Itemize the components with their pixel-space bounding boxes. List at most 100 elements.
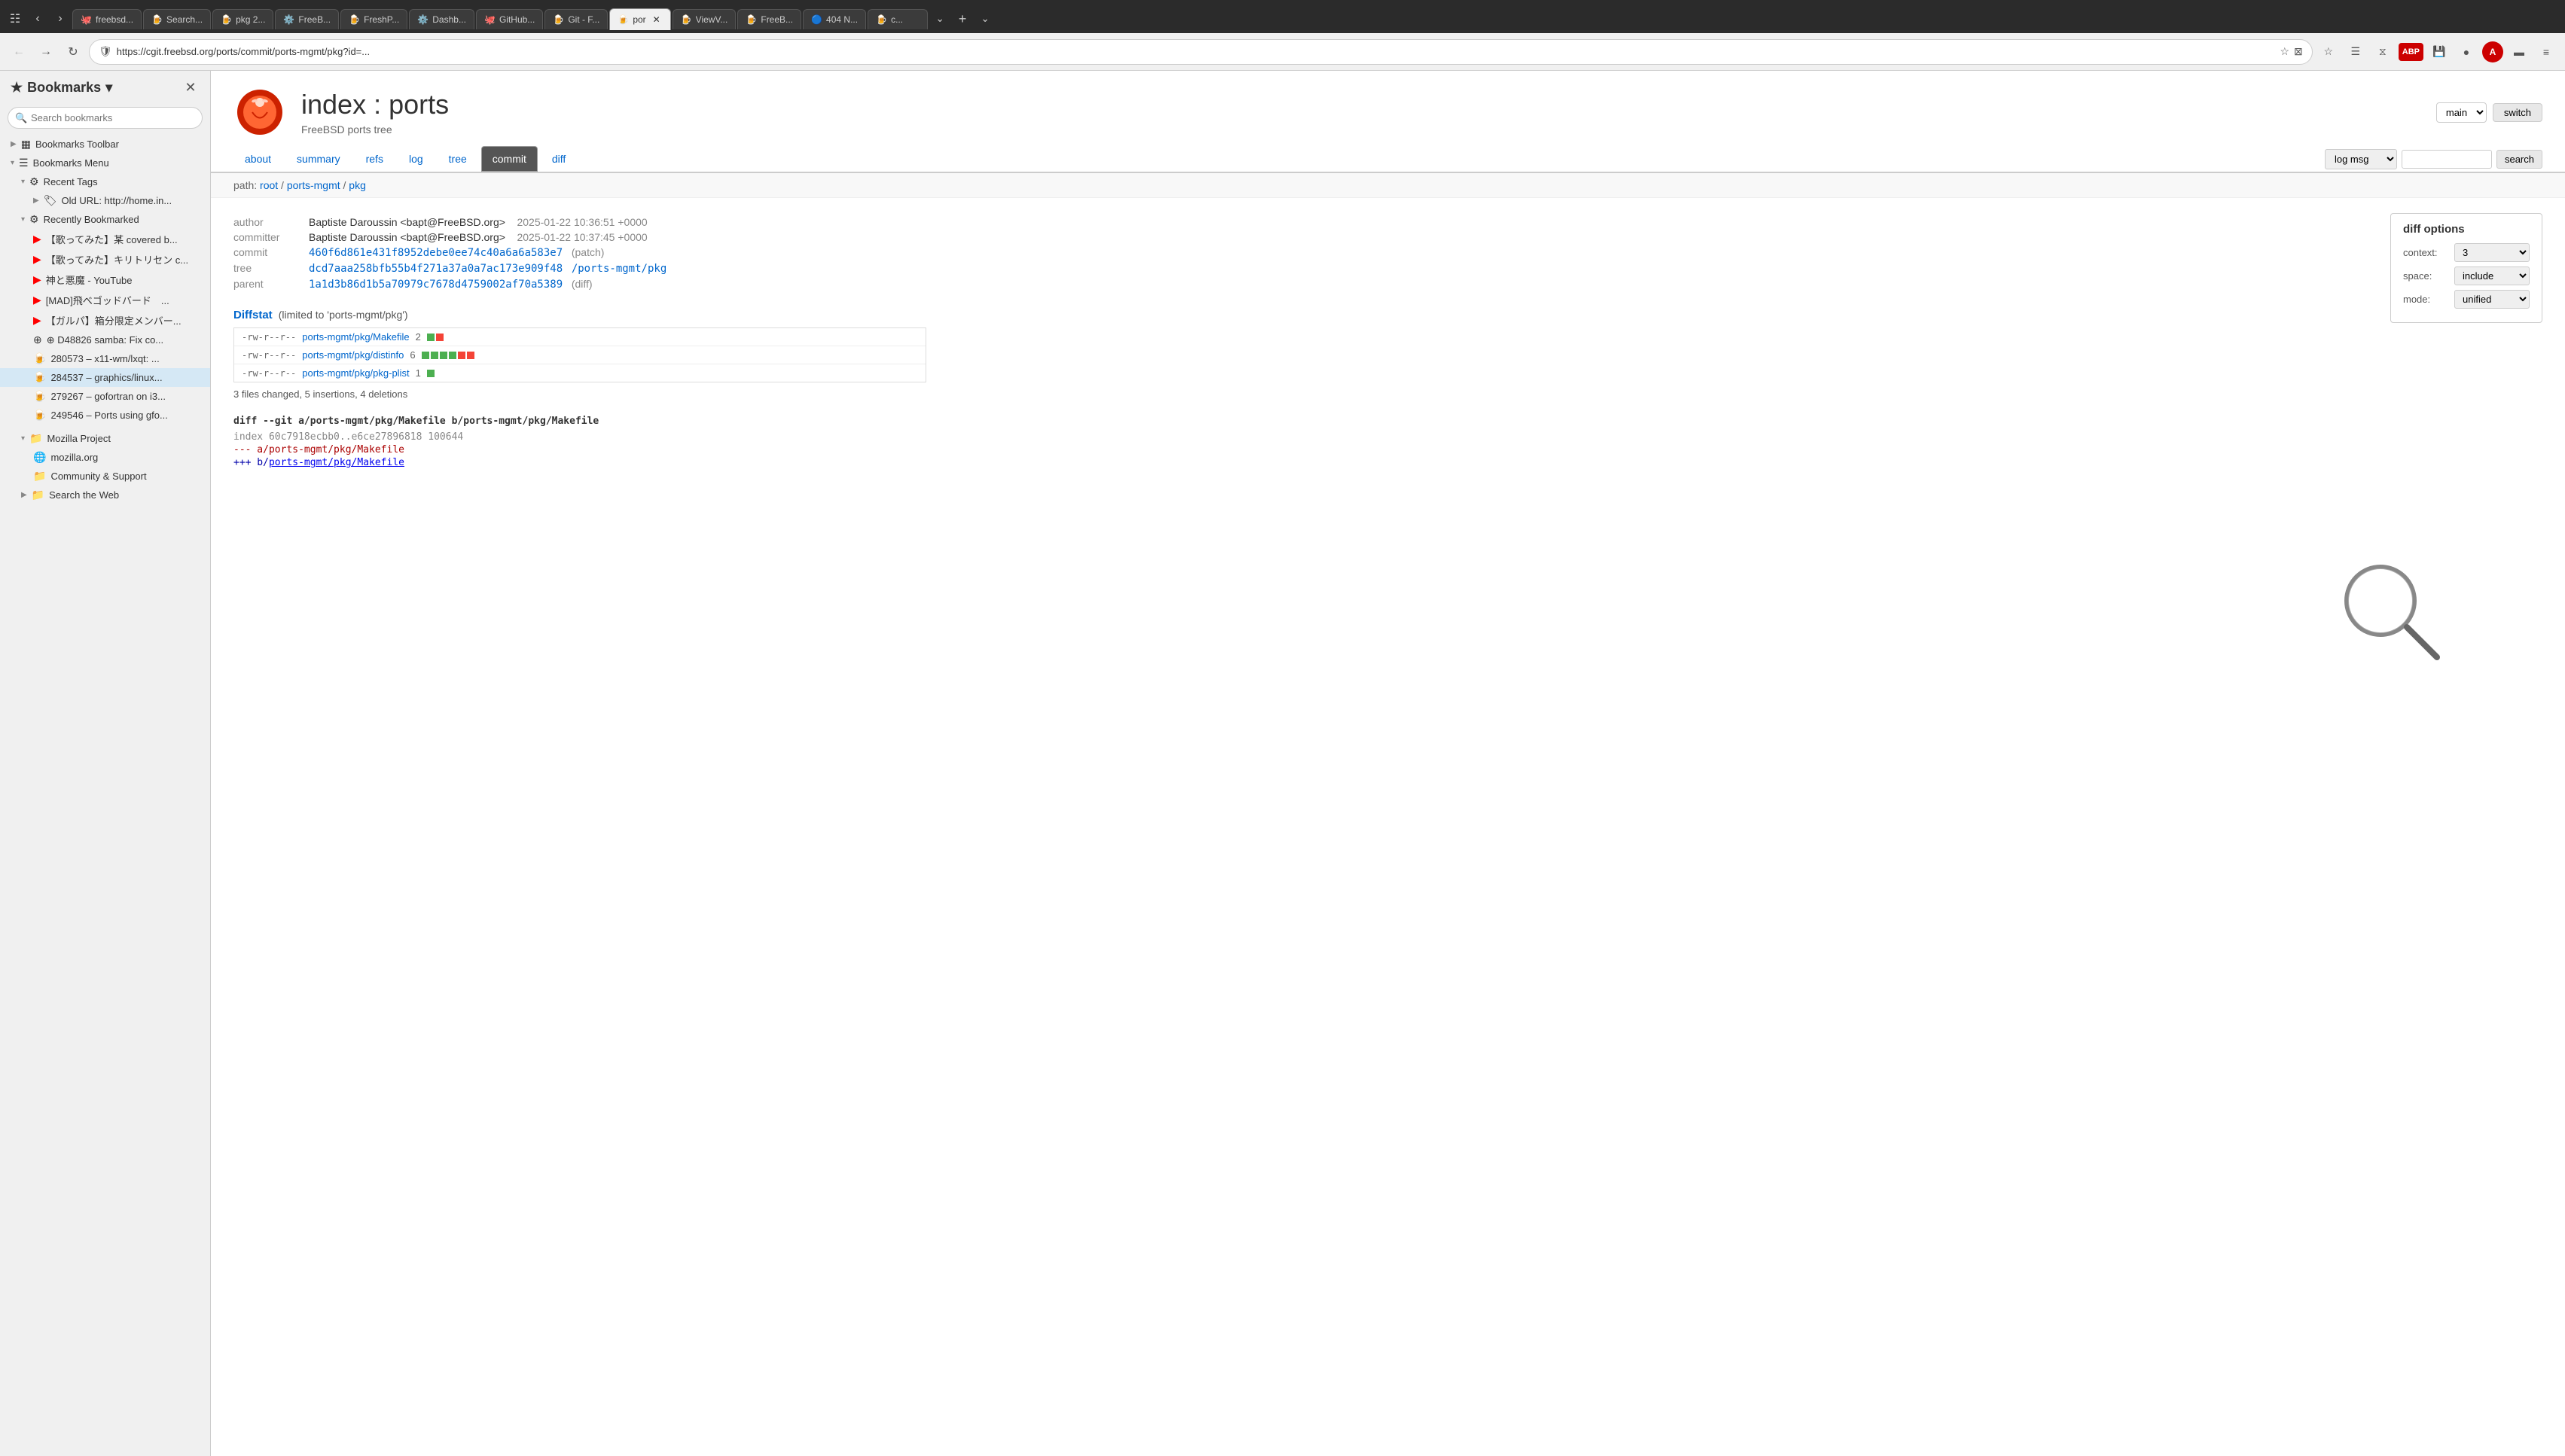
- sidebar-item-label: mozilla.org: [50, 452, 98, 463]
- tab-overflow-btn[interactable]: ⌄: [929, 8, 950, 29]
- sidebar-item-bm7[interactable]: 🍺 280573 – x11-wm/lxqt: ...: [0, 349, 210, 368]
- url-input[interactable]: [117, 46, 2276, 57]
- new-tab-btn[interactable]: +: [952, 8, 973, 29]
- sidebar-item-recently-bookmarked[interactable]: ▾ ⚙ Recently Bookmarked: [0, 210, 210, 229]
- path-ports-mgmt[interactable]: ports-mgmt: [287, 179, 340, 191]
- switch-button[interactable]: switch: [2493, 103, 2542, 122]
- sidebar-title: ★ Bookmarks ▾: [11, 80, 112, 96]
- close-sidebar-btn[interactable]: ✕: [181, 78, 200, 96]
- search-input[interactable]: [2402, 150, 2492, 169]
- chrome-btn[interactable]: ●: [2455, 41, 2478, 63]
- tab-about[interactable]: about: [233, 146, 282, 172]
- reload-btn[interactable]: ↻: [62, 41, 84, 63]
- sidebar-item-bm9[interactable]: 🍺 279267 – gofortran on i3...: [0, 387, 210, 406]
- bookmark-search-input[interactable]: [8, 107, 203, 129]
- sidebar-item-toolbar[interactable]: ▶ ▦ Bookmarks Toolbar: [0, 135, 210, 154]
- tab-search[interactable]: 🍺 Search...: [143, 9, 211, 29]
- freebsd-icon: 🍺: [33, 409, 46, 422]
- history-btn[interactable]: ⧖: [2371, 41, 2394, 63]
- branch-select[interactable]: main: [2436, 102, 2487, 123]
- makefile-link[interactable]: ports-mgmt/pkg/Makefile: [269, 457, 404, 468]
- profile-btn[interactable]: A: [2482, 41, 2503, 62]
- space-select[interactable]: include ignore: [2454, 267, 2530, 285]
- sidebar-item-bm5[interactable]: ▶ 【ガルパ】箱分限定メンバー...: [0, 310, 210, 330]
- sidebar-item-bm2[interactable]: ▶ 【歌ってみた】キリトリセン c...: [0, 249, 210, 270]
- sidebar-item-label: Recently Bookmarked: [44, 214, 139, 225]
- diff-options-title: diff options: [2403, 223, 2530, 236]
- tab-freebsd[interactable]: 🐙 freebsd...: [72, 9, 142, 29]
- sidebar-item-bm4[interactable]: ▶ [MAD]飛べゴッドバード ...: [0, 290, 210, 310]
- file-link[interactable]: ports-mgmt/pkg/distinfo: [302, 349, 404, 361]
- back-btn[interactable]: ←: [8, 41, 30, 63]
- chevron-down-icon: ▾: [21, 178, 25, 186]
- bookmark-this-btn[interactable]: ☆: [2317, 41, 2340, 63]
- tab-refs[interactable]: refs: [355, 146, 395, 172]
- tab-viewv[interactable]: 🍺 ViewV...: [673, 9, 737, 29]
- prev-tab-btn[interactable]: ‹: [27, 8, 48, 29]
- tab-close-btn[interactable]: ✕: [651, 14, 663, 26]
- tab-404[interactable]: 🔵 404 N...: [803, 9, 866, 29]
- sidebar-item-label: Search the Web: [49, 489, 119, 501]
- sidebar-item-bm10[interactable]: 🍺 249546 – Ports using gfo...: [0, 406, 210, 425]
- tab-favicon-11: 🍺: [746, 14, 756, 25]
- tab-list-btn[interactable]: ⌄: [974, 8, 996, 29]
- tab-freeb2[interactable]: ⚙️ FreeB...: [275, 9, 339, 29]
- star-icon[interactable]: ☆: [2280, 45, 2289, 58]
- tab-commit[interactable]: commit: [481, 146, 538, 172]
- repo-title: index : ports: [301, 89, 449, 120]
- tab-pkg2[interactable]: 🍺 pkg 2...: [212, 9, 273, 29]
- sidebar-item-bm1[interactable]: ▶ 【歌ってみた】某 covered b...: [0, 229, 210, 249]
- tab-github[interactable]: 🐙 GitHub...: [476, 9, 543, 29]
- sidebar-item-bm8[interactable]: 🍺 284537 – graphics/linux...: [0, 368, 210, 387]
- tag-icon: 🏷: [44, 194, 57, 207]
- tab-git-f[interactable]: 🍺 Git - F...: [544, 9, 608, 29]
- nav-tabs: about summary refs log tree commit diff …: [211, 146, 2565, 173]
- sidebar-item-mozilla-org[interactable]: 🌐 mozilla.org: [0, 448, 210, 467]
- tab-dash[interactable]: ⚙️ Dashb...: [409, 9, 474, 29]
- sidebar-item-recent-tags[interactable]: ▾ ⚙ Recent Tags: [0, 172, 210, 191]
- search-type-select[interactable]: log msg author committer: [2325, 149, 2397, 169]
- context-select[interactable]: 3 5 10: [2454, 243, 2530, 262]
- mode-select[interactable]: unified inline: [2454, 290, 2530, 309]
- search-button[interactable]: search: [2496, 150, 2542, 169]
- sidebar-toggle-btn[interactable]: ☷: [5, 8, 26, 29]
- tab-tree[interactable]: tree: [438, 146, 478, 172]
- sidebar-item-search-web[interactable]: ▶ 📁 Search the Web: [0, 486, 210, 504]
- next-tab-btn[interactable]: ›: [50, 8, 71, 29]
- file-link[interactable]: ports-mgmt/pkg/Makefile: [302, 331, 409, 343]
- adblock-btn[interactable]: ABP: [2399, 43, 2423, 61]
- tab-summary[interactable]: summary: [285, 146, 352, 172]
- diffstat-link[interactable]: Diffstat: [233, 309, 273, 321]
- tree-path-link[interactable]: /ports-mgmt/pkg: [572, 263, 666, 275]
- sidebar-item-old-url[interactable]: ▶ 🏷 Old URL: http://home.in...: [0, 191, 210, 210]
- bar-add: [422, 352, 429, 359]
- save-btn[interactable]: 💾: [2428, 41, 2451, 63]
- sidebar-item-bm3[interactable]: ▶ 神と悪魔 - YouTube: [0, 270, 210, 290]
- tab-c[interactable]: 🍺 c...: [868, 9, 928, 29]
- file-link[interactable]: ports-mgmt/pkg/pkg-plist: [302, 367, 409, 379]
- tab-ports-active[interactable]: 🍺 por ✕: [609, 8, 670, 30]
- parent-hash-link[interactable]: 1a1d3b86d1b5a70979c7678d4759002af70a5389: [309, 279, 563, 291]
- sidebar-item-menu[interactable]: ▾ ☰ Bookmarks Menu: [0, 154, 210, 172]
- path-root[interactable]: root: [260, 179, 278, 191]
- sidebar-item-community[interactable]: 📁 Community & Support: [0, 467, 210, 486]
- path-pkg[interactable]: pkg: [349, 179, 366, 191]
- tab-diff[interactable]: diff: [541, 146, 577, 172]
- diffstat-summary: 3 files changed, 5 insertions, 4 deletio…: [233, 388, 2542, 400]
- tab-freeb3[interactable]: 🍺 FreeB...: [737, 9, 801, 29]
- tab-bar: ☷ ‹ › 🐙 freebsd... 🍺 Search... 🍺 pkg 2..…: [0, 0, 2565, 33]
- chevron-down-icon[interactable]: ▾: [105, 80, 112, 96]
- tab-fresh[interactable]: 🍺 FreshP...: [340, 9, 407, 29]
- mode-label: mode:: [2403, 294, 2448, 305]
- sidebar-item-bm6[interactable]: ⊕ ⊕ D48826 samba: Fix co...: [0, 330, 210, 349]
- sidebar-item-mozilla[interactable]: ▾ 📁 Mozilla Project: [0, 429, 210, 448]
- forward-btn[interactable]: →: [35, 41, 57, 63]
- pocket-icon[interactable]: ⊠: [2294, 45, 2303, 58]
- commit-hash-link[interactable]: 460f6d861e431f8952debe0ee74c40a6a6a583e7: [309, 247, 563, 259]
- tree-hash-link[interactable]: dcd7aaa258bfb55b4f271a37a0a7ac173e909f48: [309, 263, 563, 275]
- tab-log[interactable]: log: [398, 146, 435, 172]
- reader-mode-btn[interactable]: ☰: [2344, 41, 2367, 63]
- overflow-btn[interactable]: ≡: [2535, 41, 2557, 63]
- extensions-btn[interactable]: ▬: [2508, 41, 2530, 63]
- path-label: path:: [233, 179, 260, 191]
